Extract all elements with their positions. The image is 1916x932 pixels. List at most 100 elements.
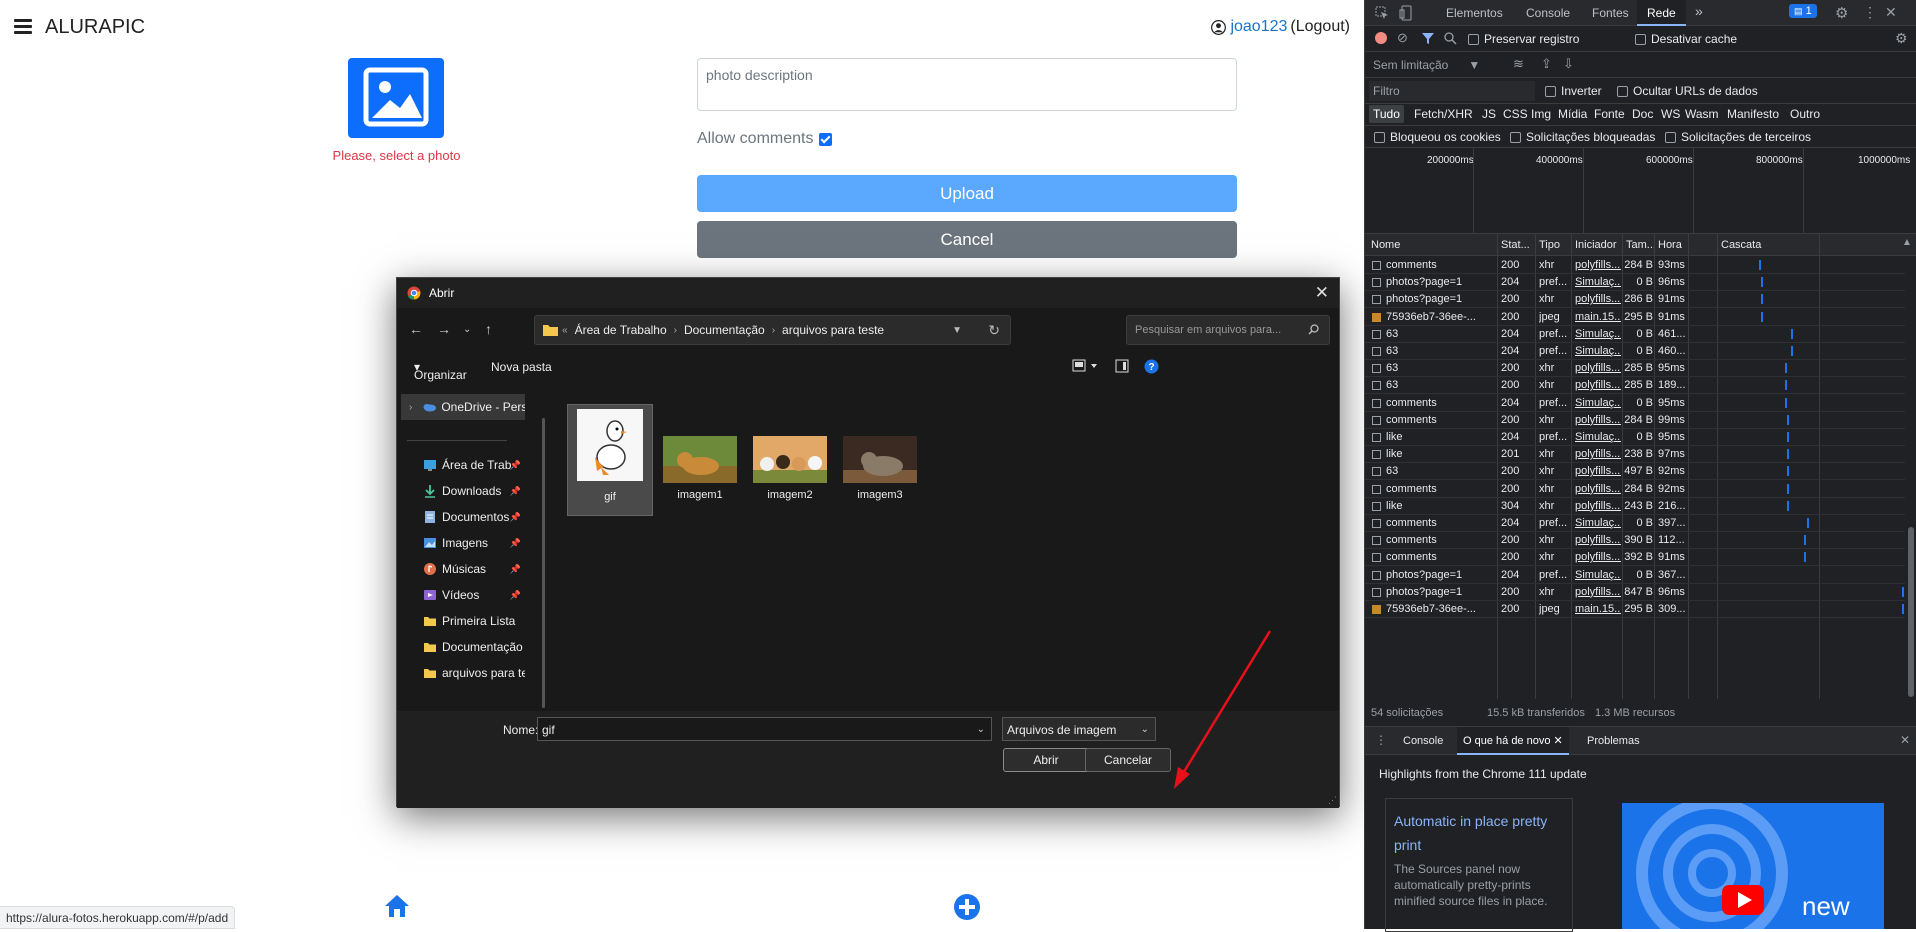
breadcrumb-item[interactable]: Área de Trabalho	[575, 323, 667, 337]
more-tabs-icon[interactable]: »	[1695, 3, 1703, 19]
table-row[interactable]: like 201 xhr polyfills.... 238 B 97ms	[1365, 446, 1905, 464]
tab-rede[interactable]: Rede	[1637, 0, 1686, 26]
col-waterfall[interactable]: Cascata	[1721, 239, 1761, 251]
network-table-scrollbar[interactable]	[1908, 527, 1914, 697]
sidebar-item[interactable]: arquivos para te	[397, 660, 525, 686]
col-initiator[interactable]: Iniciador	[1575, 239, 1617, 251]
breadcrumb-item[interactable]: arquivos para teste	[782, 323, 884, 337]
breadcrumb-item[interactable]: Documentação	[684, 323, 765, 337]
invert-checkbox[interactable]: Inverter	[1545, 84, 1602, 98]
type-filter-ws[interactable]: WS	[1661, 107, 1680, 121]
cell-initiator[interactable]: Simulaç...	[1575, 345, 1621, 357]
sidebar-scrollbar[interactable]	[542, 418, 545, 708]
address-bar[interactable]: « Área de Trabalho › Documentação › arquiv…	[534, 315, 1011, 345]
description-textarea[interactable]: photo description	[697, 58, 1237, 111]
cell-initiator[interactable]: polyfills....	[1575, 259, 1621, 271]
table-row[interactable]: comments 200 xhr polyfills.... 392 B 91ms	[1365, 549, 1905, 567]
settings-gear-icon[interactable]: ⚙	[1835, 4, 1848, 22]
username-link[interactable]: joao123	[1230, 18, 1287, 36]
resize-grip-icon[interactable]: ⋰	[1328, 795, 1337, 806]
cell-initiator[interactable]: polyfills....	[1575, 414, 1621, 426]
table-row[interactable]: comments 200 xhr polyfills.... 284 B 99ms	[1365, 412, 1905, 429]
cell-initiator[interactable]: polyfills....	[1575, 551, 1621, 563]
table-row[interactable]: photos?page=1 200 xhr polyfills.... 847 B 96m…	[1365, 584, 1905, 601]
search-network-icon[interactable]	[1444, 32, 1457, 45]
close-drawer-icon[interactable]: ✕	[1900, 733, 1910, 747]
cell-initiator[interactable]: polyfills....	[1575, 500, 1621, 512]
col-status[interactable]: Stat...	[1501, 239, 1530, 251]
tab-fontes[interactable]: Fontes	[1592, 6, 1629, 20]
menu-icon[interactable]	[14, 19, 32, 35]
preview-pane-icon[interactable]	[1115, 359, 1129, 373]
refresh-icon[interactable]: ↻	[988, 322, 1000, 339]
cell-initiator[interactable]: polyfills....	[1575, 465, 1621, 477]
type-filter-wasm[interactable]: Wasm	[1685, 107, 1719, 121]
sidebar-item[interactable]: Área de Trab 📌	[397, 452, 525, 478]
filter-icon[interactable]	[1421, 32, 1435, 45]
col-type[interactable]: Tipo	[1539, 239, 1560, 251]
file-item-imagem3[interactable]: imagem3	[837, 436, 923, 501]
sidebar-item-onedrive[interactable]: › OneDrive - Perso	[401, 394, 525, 420]
export-har-icon[interactable]: ⇩	[1563, 56, 1574, 72]
whats-new-video-thumbnail[interactable]: new	[1622, 803, 1884, 929]
type-filter-all[interactable]: Tudo	[1369, 105, 1404, 123]
cell-initiator[interactable]: Simulaç...	[1575, 431, 1621, 443]
col-time[interactable]: Hora	[1658, 239, 1682, 251]
chevron-down-icon[interactable]: ⌄	[977, 724, 985, 735]
cell-initiator[interactable]: polyfills....	[1575, 379, 1621, 391]
type-filter-js[interactable]: JS	[1482, 107, 1496, 121]
table-row[interactable]: 63 204 pref... Simulaç... 0 B 460...	[1365, 343, 1905, 360]
drawer-tab-console[interactable]: Console	[1403, 735, 1443, 747]
type-filter-font[interactable]: Fonte	[1594, 107, 1625, 121]
sidebar-item[interactable]: Primeira Lista	[397, 608, 525, 634]
cell-initiator[interactable]: polyfills....	[1575, 362, 1621, 374]
table-row[interactable]: comments 204 pref... Simulaç... 0 B 397...	[1365, 515, 1905, 532]
blocked-cookies-checkbox[interactable]: Bloqueou os cookies	[1374, 130, 1501, 144]
network-conditions-icon[interactable]: ≋	[1513, 56, 1524, 72]
sidebar-item[interactable]: Imagens 📌	[397, 530, 525, 556]
sidebar-item[interactable]: Vídeos 📌	[397, 582, 525, 608]
preserve-log-checkbox[interactable]: Preservar registro	[1468, 32, 1579, 46]
back-arrow-icon[interactable]: ←	[409, 321, 423, 337]
file-item-gif[interactable]: gif	[567, 404, 653, 516]
feature-card[interactable]: Automatic in place pretty print The Sour…	[1385, 798, 1573, 932]
expand-chevron-icon[interactable]: ›	[409, 402, 412, 413]
cell-initiator[interactable]: Simulaç...	[1575, 397, 1621, 409]
cell-initiator[interactable]: polyfills....	[1575, 586, 1621, 598]
address-dropdown-icon[interactable]: ▼	[952, 325, 962, 336]
table-row[interactable]: like 204 pref... Simulaç... 0 B 95ms	[1365, 429, 1905, 446]
record-icon[interactable]	[1375, 32, 1387, 44]
cancel-button[interactable]: Cancel	[697, 221, 1237, 258]
table-row[interactable]: photos?page=1 200 xhr polyfills.... 286 B 91m…	[1365, 291, 1905, 309]
table-row[interactable]: photos?page=1 204 pref... Simulaç... 0 B 96ms	[1365, 274, 1905, 292]
type-filter-media[interactable]: Mídia	[1558, 107, 1587, 121]
drawer-menu-icon[interactable]: ⋮	[1375, 733, 1387, 747]
sidebar-item[interactable]: Downloads 📌	[397, 478, 525, 504]
sort-up-icon[interactable]: ▲	[1902, 237, 1912, 248]
cancel-dialog-button[interactable]: Cancelar	[1085, 748, 1171, 772]
cell-initiator[interactable]: Simulaç...	[1575, 328, 1621, 340]
cell-initiator[interactable]: polyfills....	[1575, 483, 1621, 495]
cell-initiator[interactable]: Simulaç...	[1575, 569, 1621, 581]
brand-title[interactable]: ALURAPIC	[45, 16, 145, 39]
tab-console[interactable]: Console	[1526, 6, 1570, 20]
cell-initiator[interactable]: main.15...	[1575, 311, 1621, 323]
table-row[interactable]: photos?page=1 204 pref... Simulaç... 0 B 367.…	[1365, 567, 1905, 584]
cell-initiator[interactable]: Simulaç...	[1575, 276, 1621, 288]
third-party-checkbox[interactable]: Solicitações de terceiros	[1665, 130, 1811, 144]
type-filter-doc[interactable]: Doc	[1632, 107, 1653, 121]
drawer-tab-whats-new[interactable]: O que há de novo ✕	[1457, 727, 1569, 755]
table-row[interactable]: comments 200 xhr polyfills.... 284 B 93ms	[1365, 257, 1905, 274]
table-row[interactable]: 63 200 xhr polyfills.... 497 B 92ms	[1365, 463, 1905, 481]
sidebar-item[interactable]: Documentação	[397, 634, 525, 660]
recent-chevron-icon[interactable]: ⌄	[463, 324, 471, 335]
sidebar-item[interactable]: Documentos 📌	[397, 504, 525, 530]
col-size[interactable]: Tam...	[1626, 239, 1656, 251]
disable-cache-checkbox[interactable]: Desativar cache	[1635, 32, 1737, 46]
allow-comments-checkbox[interactable]	[819, 132, 833, 146]
tab-elementos[interactable]: Elementos	[1446, 6, 1503, 20]
upload-button[interactable]: Upload	[697, 175, 1237, 212]
device-toolbar-icon[interactable]	[1399, 5, 1413, 21]
table-row[interactable]: 63 200 xhr polyfills.... 285 B 95ms	[1365, 360, 1905, 378]
filter-input[interactable]: Filtro	[1369, 81, 1535, 101]
